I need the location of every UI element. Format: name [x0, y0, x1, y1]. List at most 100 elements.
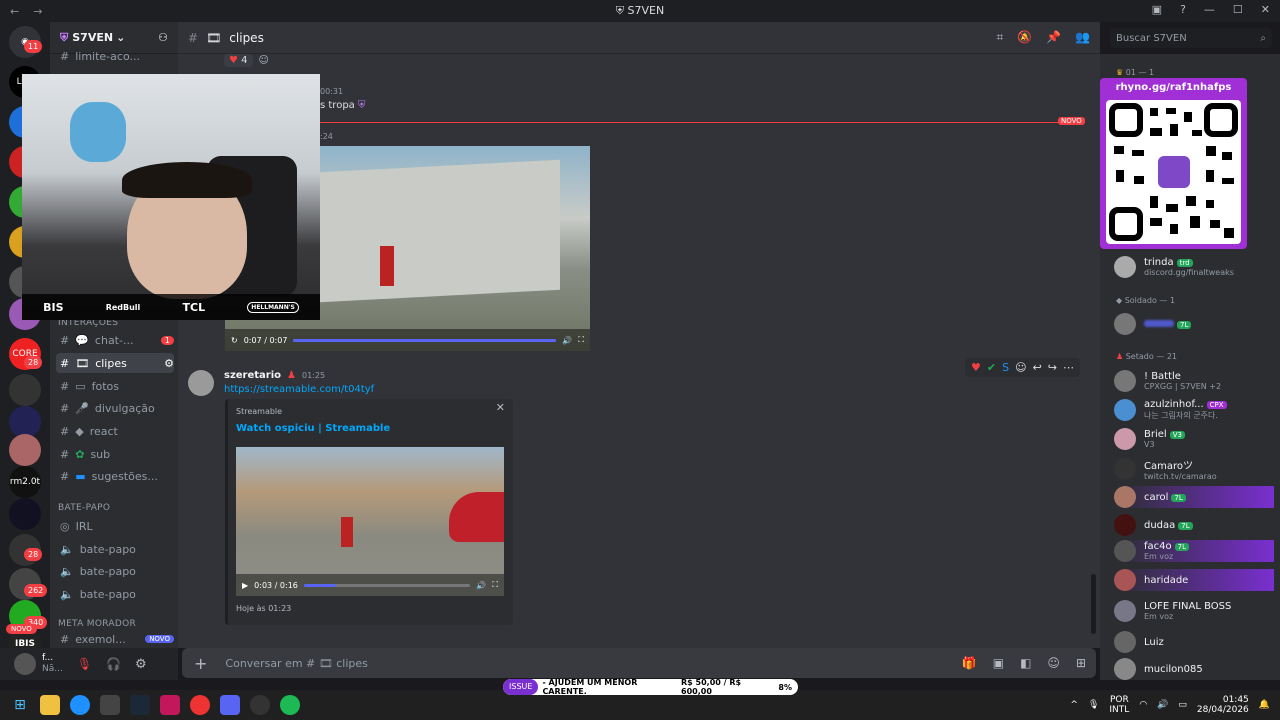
- invite-icon[interactable]: ⚇: [158, 31, 168, 44]
- gif-icon[interactable]: ▣: [993, 656, 1004, 670]
- video-progress[interactable]: [303, 583, 471, 587]
- check-reaction-icon[interactable]: ✔: [987, 361, 996, 374]
- members-icon[interactable]: 👥: [1075, 30, 1090, 45]
- inbox-icon[interactable]: ▣: [1152, 3, 1162, 16]
- category-meta-morador[interactable]: META MORADOR: [58, 619, 136, 629]
- spotify-icon[interactable]: [280, 695, 300, 715]
- minimize-button[interactable]: —: [1204, 3, 1215, 16]
- close-embed-icon[interactable]: ✕: [496, 401, 505, 414]
- app-icon[interactable]: [250, 695, 270, 715]
- member-soldado[interactable]: 7L: [1114, 313, 1274, 335]
- play-icon[interactable]: ▶: [242, 581, 248, 590]
- avatar[interactable]: [14, 653, 36, 675]
- heart-reaction-icon[interactable]: ♥: [971, 361, 981, 374]
- channel-item-fotos[interactable]: # ▭ fotos: [56, 376, 174, 396]
- server-icon-rm2[interactable]: rm2.0t: [9, 466, 41, 498]
- category-batepapo[interactable]: BATE-PAPO: [58, 503, 110, 513]
- clock-date: 28/04/2026: [1196, 705, 1249, 715]
- windows-start-icon[interactable]: ⊞: [10, 695, 30, 715]
- mic-icon[interactable]: 🎙: [1088, 700, 1099, 710]
- volume-icon[interactable]: 🔊: [1157, 700, 1168, 710]
- channel-item-divulgacao[interactable]: # 🎤 divulgação: [56, 398, 174, 418]
- add-reaction-icon[interactable]: ☺: [1015, 361, 1026, 374]
- channel-item-sub[interactable]: # ✿ sub: [56, 444, 174, 464]
- language-indicator[interactable]: POR INTL: [1109, 695, 1129, 715]
- app-icon[interactable]: [160, 695, 180, 715]
- threads-icon[interactable]: ⌗: [996, 30, 1003, 45]
- steam-icon[interactable]: [130, 695, 150, 715]
- member-item[interactable]: ! Battle CPXGG | S7VEN +2: [1114, 370, 1274, 392]
- member-item[interactable]: carol 7L: [1114, 486, 1274, 508]
- forward-icon[interactable]: ↪: [1048, 361, 1057, 374]
- promo-card[interactable]: rhyno.gg/raf1nhafps: [1100, 78, 1247, 249]
- member-item[interactable]: dudaa 7L: [1114, 514, 1274, 536]
- deafen-icon[interactable]: 🎧: [106, 657, 121, 671]
- replay-icon[interactable]: ↻: [231, 336, 238, 345]
- fullscreen-icon[interactable]: ⛶: [578, 335, 584, 345]
- server-icon[interactable]: [9, 498, 41, 530]
- add-attachment-icon[interactable]: +: [194, 654, 207, 673]
- member-item[interactable]: Luiz: [1114, 631, 1274, 653]
- pin-icon[interactable]: 📌: [1046, 30, 1061, 45]
- mute-icon[interactable]: 🎙: [77, 657, 92, 671]
- apps-icon[interactable]: ⊞: [1076, 656, 1086, 670]
- channel-item-chat[interactable]: # 💬 chat-... 1: [56, 330, 174, 350]
- battery-icon[interactable]: ▭: [1178, 700, 1187, 710]
- fullscreen-icon[interactable]: ⛶: [492, 580, 498, 590]
- emoji-icon[interactable]: ☺: [1047, 656, 1060, 670]
- voice-channel-batepapo-3[interactable]: 🔈 bate-papo: [56, 584, 174, 604]
- close-window-button[interactable]: ✕: [1261, 3, 1270, 16]
- scrollbar[interactable]: [1091, 574, 1096, 634]
- chevron-up-icon[interactable]: ^: [1070, 700, 1078, 710]
- store-icon[interactable]: [100, 695, 120, 715]
- notification-icon[interactable]: 🔔: [1259, 700, 1270, 710]
- member-item[interactable]: Camaroツ twitch.tv/camarao: [1114, 457, 1274, 481]
- channel-item-sugestoes[interactable]: # ▬ sugestões...: [56, 466, 174, 486]
- video-progress[interactable]: [293, 338, 557, 342]
- member-item[interactable]: mucilon085: [1114, 658, 1274, 680]
- volume-icon[interactable]: 🔊: [476, 581, 486, 590]
- embed-title[interactable]: Watch ospiciu | Streamable: [236, 423, 390, 434]
- server-icon[interactable]: [9, 434, 41, 466]
- voice-channel-batepapo-2[interactable]: 🔈 bate-papo: [56, 561, 174, 581]
- notifications-muted-icon[interactable]: 🔕: [1017, 30, 1032, 45]
- member-item[interactable]: azulzinhof... CPX 나는 그림자의 군주다.: [1114, 399, 1274, 421]
- gift-icon[interactable]: 🎁: [962, 656, 977, 670]
- maximize-button[interactable]: ☐: [1233, 3, 1243, 16]
- voice-channel-irl[interactable]: ◎ IRL: [56, 516, 174, 536]
- author-name[interactable]: szeretario: [224, 370, 281, 381]
- clock[interactable]: 01:45 28/04/2026: [1197, 695, 1249, 715]
- help-icon[interactable]: ?: [1180, 3, 1186, 16]
- volume-icon[interactable]: 🔊: [562, 336, 572, 345]
- settings-gear-icon[interactable]: ⚙: [135, 657, 147, 672]
- avatar[interactable]: [188, 370, 214, 396]
- hash-icon: #: [188, 30, 199, 45]
- wifi-icon[interactable]: ◠: [1139, 700, 1147, 710]
- sticker-icon[interactable]: ◧: [1020, 656, 1031, 670]
- member-item[interactable]: LOFE FINAL BOSS Em voz: [1114, 600, 1274, 622]
- search-input[interactable]: Buscar S7VEN ⌕: [1110, 28, 1272, 48]
- member-item[interactable]: Briel V3 V3: [1114, 428, 1274, 450]
- member-item[interactable]: haridade: [1114, 569, 1274, 591]
- member-trinda[interactable]: trinda trd discord.gg/finaltweaks: [1114, 256, 1274, 278]
- channel-item-clipes[interactable]: # 🎞 clipes ⚙: [56, 353, 174, 373]
- discord-icon[interactable]: [220, 695, 240, 715]
- channel-item-exemol[interactable]: # exemol... NOVO: [56, 632, 174, 646]
- message-composer[interactable]: + Conversar em # 🎞 clipes 🎁 ▣ ◧ ☺ ⊞: [182, 648, 1096, 678]
- message-link[interactable]: https://streamable.com/t04tyf: [224, 384, 374, 395]
- reply-icon[interactable]: ↩: [1033, 361, 1042, 374]
- server-icon[interactable]: [9, 374, 41, 406]
- member-item[interactable]: fac4o 7L Em voz: [1114, 540, 1274, 562]
- voice-channel-batepapo-1[interactable]: 🔈 bate-papo: [56, 539, 174, 559]
- add-reaction-icon[interactable]: ☺: [259, 55, 269, 66]
- more-icon[interactable]: ⋯: [1063, 361, 1074, 374]
- embed-video-player[interactable]: ▶ 0:03 / 0:16 🔊 ⛶: [236, 447, 504, 596]
- file-explorer-icon[interactable]: [40, 695, 60, 715]
- gear-icon[interactable]: ⚙: [164, 357, 174, 370]
- channel-item-limite[interactable]: # limite-aco...: [56, 46, 174, 66]
- edge-icon[interactable]: [70, 695, 90, 715]
- chrome-icon[interactable]: [190, 695, 210, 715]
- s-reaction-icon[interactable]: S: [1002, 361, 1009, 374]
- channel-item-react[interactable]: # ◆ react: [56, 421, 174, 441]
- reaction-heart[interactable]: ♥ 4: [224, 54, 253, 67]
